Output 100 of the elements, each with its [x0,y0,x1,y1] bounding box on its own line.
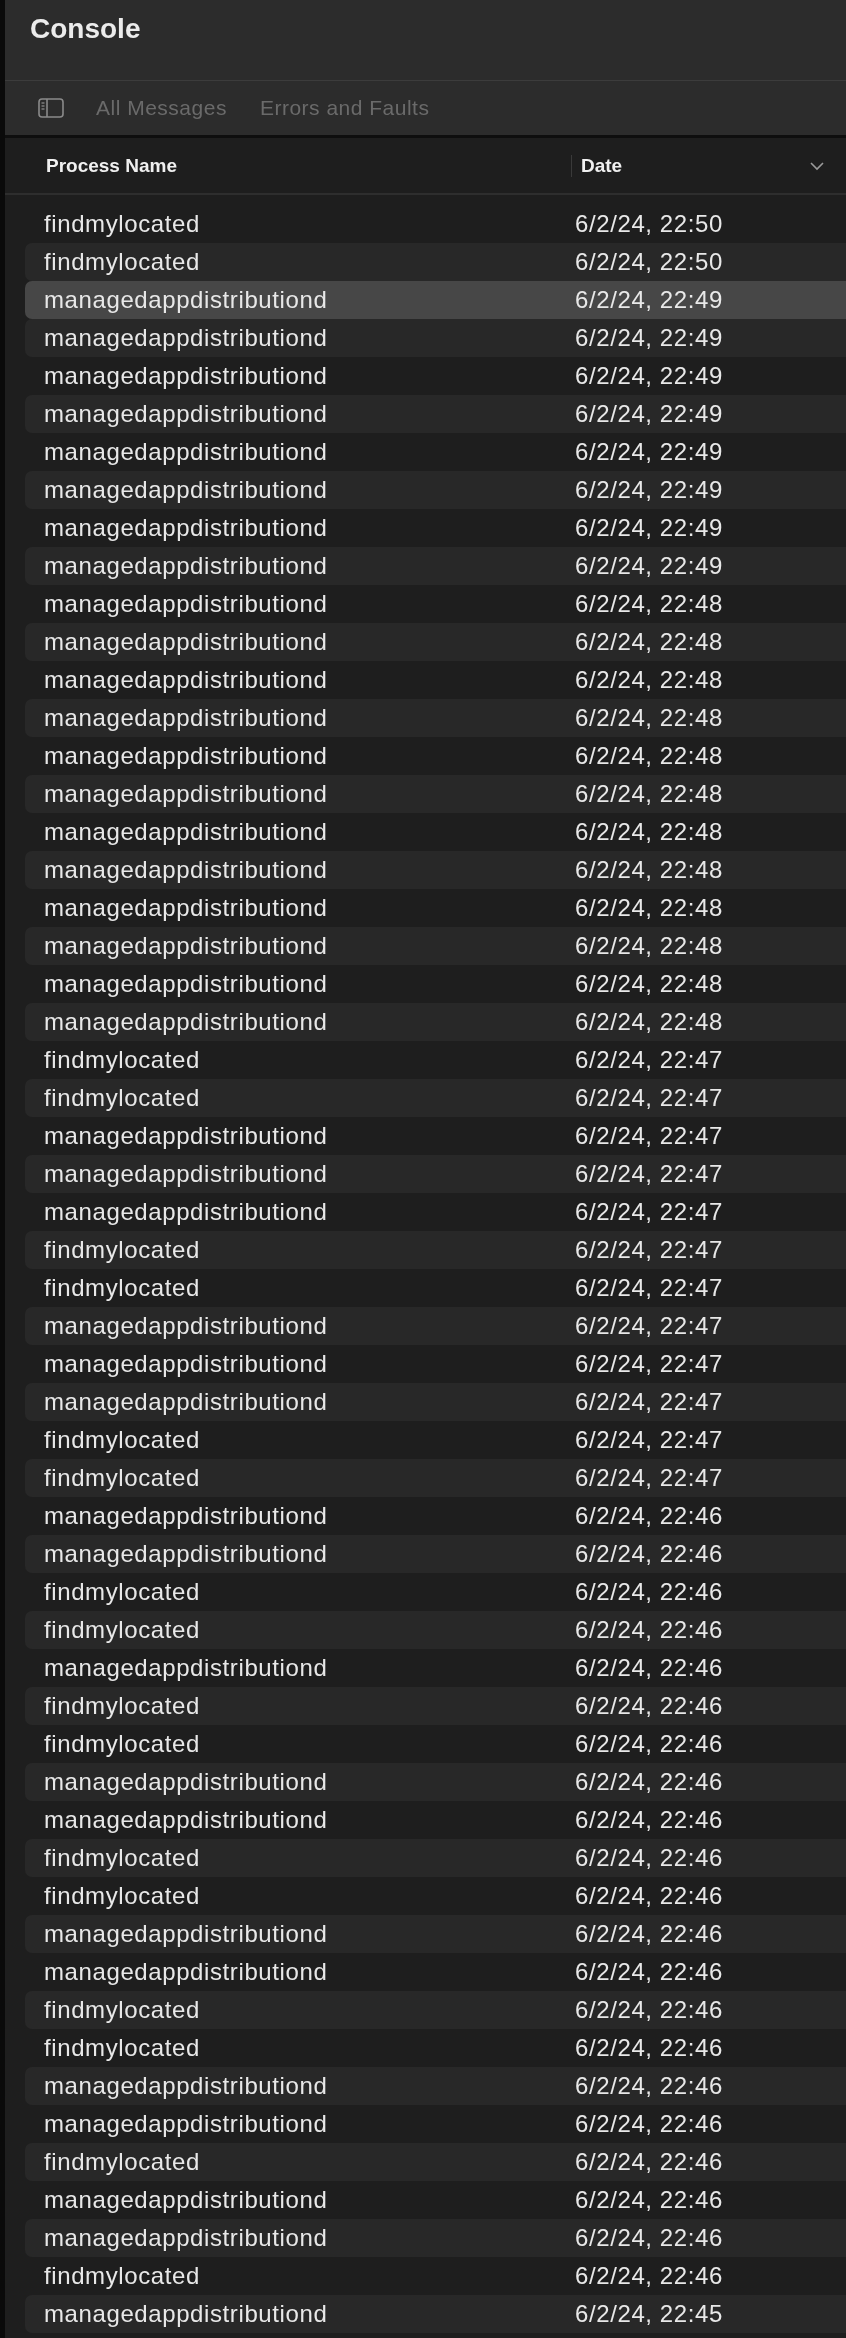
process-name: managedappdistributiond [43,286,329,314]
table-row[interactable]: findmylocated 6/2/24, 22:47 [25,1421,846,1459]
date-cell: 6/2/24, 22:47 [575,1046,723,1074]
date-cell: 6/2/24, 22:45 [575,2300,723,2328]
date-cell: 6/2/24, 22:46 [575,2148,723,2176]
date-cell: 6/2/24, 22:46 [575,1882,723,1910]
date-cell: 6/2/24, 22:46 [575,2034,723,2062]
table-row[interactable]: managedappdistributiond 6/2/24, 22:48 [25,737,846,775]
table-row[interactable]: findmylocated 6/2/24, 22:46 [25,2257,846,2295]
table-row[interactable]: findmylocated 6/2/24, 22:47 [25,1231,846,1269]
date-cell: 6/2/24, 22:46 [575,1578,723,1606]
table-row[interactable]: findmylocated 6/2/24, 22:47 [25,1269,846,1307]
table-row[interactable]: managedappdistributiond 6/2/24, 22:46 [25,1497,846,1535]
table-row[interactable]: managedappdistributiond 6/2/24, 22:46 [25,2105,846,2143]
table-row[interactable]: managedappdistributiond 6/2/24, 22:48 [25,813,846,851]
table-row[interactable]: managedappdistributiond 6/2/24, 22:46 [25,1763,846,1801]
date-cell: 6/2/24, 22:46 [575,1654,723,1682]
date-cell: 6/2/24, 22:48 [575,818,723,846]
table-row[interactable]: managedappdistributiond 6/2/24, 22:48 [25,661,846,699]
table-row[interactable]: findmylocated 6/2/24, 22:47 [25,1459,846,1497]
date-cell: 6/2/24, 22:49 [575,324,723,352]
date-cell: 6/2/24, 22:48 [575,894,723,922]
process-name: managedappdistributiond [43,1958,329,1986]
table-row[interactable]: managedappdistributiond 6/2/24, 22:48 [25,775,846,813]
table-row[interactable]: managedappdistributiond 6/2/24, 22:48 [25,851,846,889]
column-header[interactable]: Process Name [5,154,572,177]
table-row[interactable]: findmylocated 6/2/24, 22:46 [25,2029,846,2067]
process-name: managedappdistributiond [43,1920,329,1948]
date-cell: 6/2/24, 22:46 [575,1806,723,1834]
process-name: managedappdistributiond [43,970,329,998]
table-row[interactable]: findmylocated 6/2/24, 22:46 [25,2143,846,2181]
table-row[interactable]: managedappdistributiond 6/2/24, 22:49 [25,471,846,509]
date-cell: 6/2/24, 22:46 [575,2072,723,2100]
table-row[interactable]: managedappdistributiond 6/2/24, 22:47 [25,1155,846,1193]
table-row[interactable]: managedappdistributiond 6/2/24, 22:46 [25,1953,846,1991]
process-name: managedappdistributiond [43,1198,329,1226]
table-row[interactable]: managedappdistributiond 6/2/24, 22:49 [25,357,846,395]
date-cell: 6/2/24, 22:46 [575,1730,723,1758]
table-row[interactable]: managedappdistributiond 6/2/24, 22:48 [25,623,846,661]
table-row[interactable]: managedappdistributiond 6/2/24, 22:48 [25,965,846,1003]
table-row[interactable]: managedappdistributiond 6/2/24, 22:49 [25,319,846,357]
table-row[interactable]: managedappdistributiond 6/2/24, 22:47 [25,1307,846,1345]
table-row[interactable]: managedappdistributiond 6/2/24, 22:46 [25,1535,846,1573]
process-name: managedappdistributiond [43,362,329,390]
table-row[interactable]: findmylocated 6/2/24, 22:46 [25,1687,846,1725]
table-row[interactable]: findmylocated 6/2/24, 22:50 [25,243,846,281]
column-header[interactable]: Date [572,154,623,177]
table-row[interactable]: findmylocated 6/2/24, 22:47 [25,1079,846,1117]
sidebar-icon[interactable] [38,98,64,118]
table-row[interactable]: managedappdistributiond 6/2/24, 22:48 [25,699,846,737]
table-row[interactable]: managedappdistributiond 6/2/24, 22:48 [25,1003,846,1041]
table-row[interactable]: managedappdistributiond 6/2/24, 22:49 [25,547,846,585]
table-row[interactable]: managedappdistributiond 6/2/24, 22:48 [25,585,846,623]
table-row[interactable]: findmylocated 6/2/24, 22:46 [25,1611,846,1649]
date-cell: 6/2/24, 22:47 [575,1236,723,1264]
table-row[interactable]: managedappdistributiond 6/2/24, 22:49 [25,281,846,319]
table-row[interactable]: findmylocated 6/2/24, 22:50 [25,205,846,243]
table-row[interactable]: managedappdistributiond 6/2/24, 22:47 [25,1383,846,1421]
chevron-icon[interactable] [810,162,824,171]
process-name: findmylocated [43,1996,201,2024]
date-cell: 6/2/24, 22:46 [575,1502,723,1530]
process-name: managedappdistributiond [43,1160,329,1188]
process-name: findmylocated [43,1084,201,1112]
date-cell: 6/2/24, 22:46 [575,1996,723,2024]
table-row[interactable]: findmylocated 6/2/24, 22:46 [25,1991,846,2029]
date-cell: 6/2/24, 22:47 [575,1388,723,1416]
table-row[interactable]: managedappdistributiond 6/2/24, 22:47 [25,1345,846,1383]
table-row[interactable]: findmylocated 6/2/24, 22:46 [25,1725,846,1763]
date-cell: 6/2/24, 22:46 [575,2186,723,2214]
table-row[interactable]: findmylocated 6/2/24, 22:46 [25,1573,846,1611]
table-row[interactable]: managedappdistributiond 6/2/24, 22:48 [25,889,846,927]
table-row[interactable]: managedappdistributiond 6/2/24, 22:46 [25,2219,846,2257]
table-row[interactable]: managedappdistributiond 6/2/24, 22:49 [25,395,846,433]
process-name: findmylocated [43,1730,201,1758]
table-row[interactable]: managedappdistributiond 6/2/24, 22:48 [25,927,846,965]
process-name: findmylocated [43,1426,201,1454]
table-row[interactable]: managedappdistributiond 6/2/24, 22:46 [25,1915,846,1953]
table-row[interactable]: managedappdistributiond 6/2/24, 22:47 [25,1193,846,1231]
table-row[interactable]: managedappdistributiond 6/2/24, 22:46 [25,2067,846,2105]
date-cell: 6/2/24, 22:46 [575,1616,723,1644]
table-row[interactable]: managedappdistributiond 6/2/24, 22:49 [25,509,846,547]
process-name: managedappdistributiond [43,590,329,618]
table-row[interactable]: managedappdistributiond 6/2/24, 22:47 [25,1117,846,1155]
date-cell: 6/2/24, 22:49 [575,476,723,504]
date-cell: 6/2/24, 22:49 [575,362,723,390]
table-row[interactable]: findmylocated 6/2/24, 22:46 [25,1839,846,1877]
process-name: managedappdistributiond [43,1122,329,1150]
table-row[interactable]: findmylocated 6/2/24, 22:47 [25,1041,846,1079]
table-row[interactable]: findmylocated 6/2/24, 22:46 [25,1877,846,1915]
date-cell: 6/2/24, 22:46 [575,1768,723,1796]
table-row[interactable]: managedappdistributiond 6/2/24, 22:49 [25,433,846,471]
date-cell: 6/2/24, 22:46 [575,2110,723,2138]
table-row[interactable]: managedappdistributiond 6/2/24, 22:46 [25,1801,846,1839]
table-row[interactable]: managedappdistributiond 6/2/24, 22:46 [25,1649,846,1687]
table-row[interactable]: managedappdistributiond 6/2/24, 22:46 [25,2181,846,2219]
date-cell: 6/2/24, 22:48 [575,780,723,808]
process-name: managedappdistributiond [43,1388,329,1416]
table-row[interactable]: managedappdistributiond 6/2/24, 22:45 [25,2295,846,2333]
process-name: managedappdistributiond [43,324,329,352]
process-name: findmylocated [43,1844,201,1872]
